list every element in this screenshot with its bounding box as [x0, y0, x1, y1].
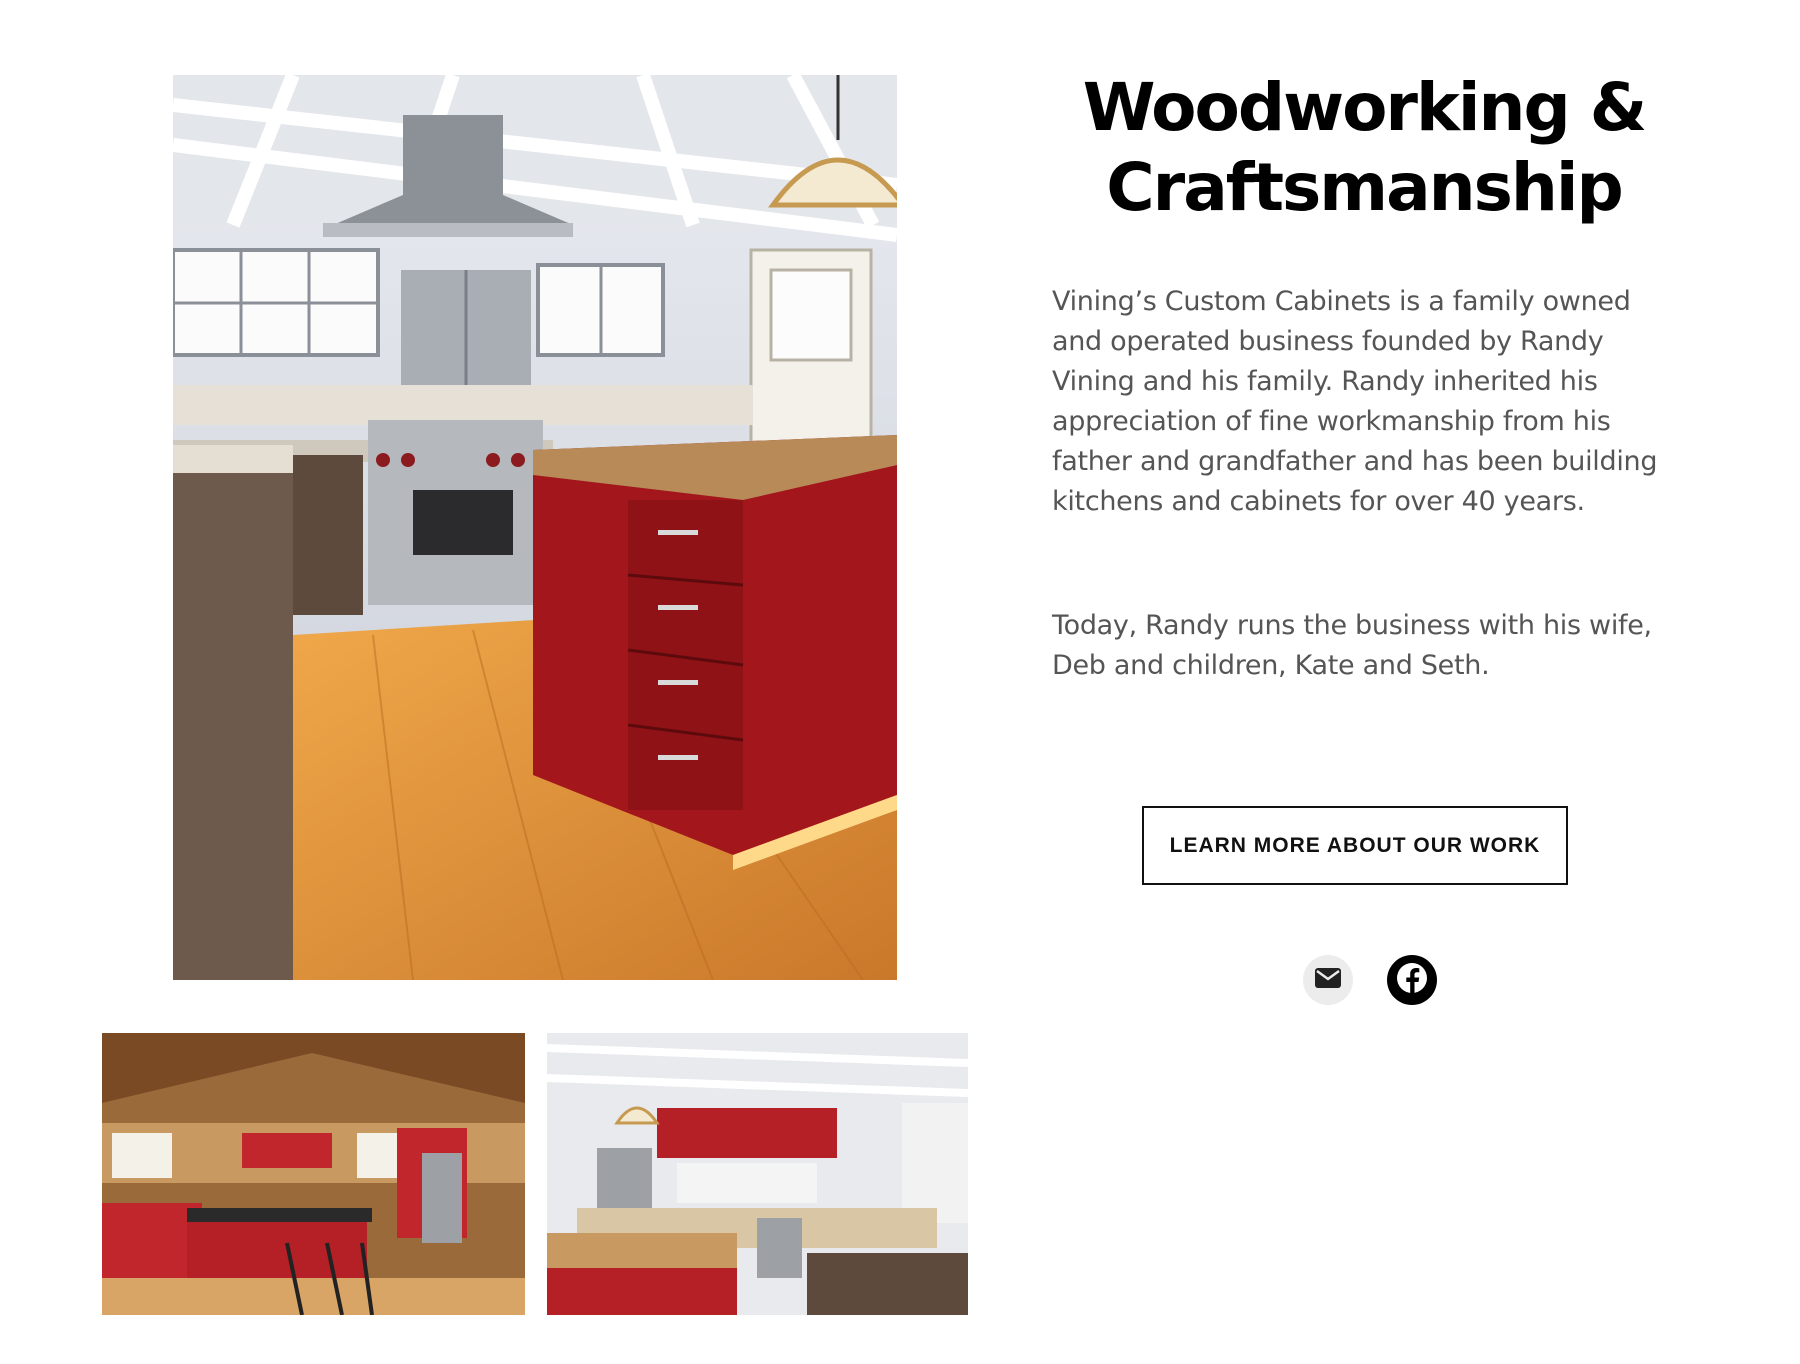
email-link[interactable] — [1303, 955, 1353, 1005]
intro-paragraph: Vining’s Custom Cabinets is a family own… — [1052, 286, 1658, 517]
mail-icon — [1314, 967, 1342, 993]
kitchen-thumbnail-island[interactable] — [547, 1033, 968, 1315]
family-paragraph: Today, Randy runs the business with his … — [1052, 610, 1652, 681]
facebook-link[interactable] — [1387, 955, 1437, 1005]
kitchen-thumbnail-cabin[interactable] — [102, 1033, 525, 1315]
hero-kitchen-photo — [173, 75, 897, 980]
section-title: Woodworking & Craftsmanship — [1082, 69, 1648, 226]
facebook-icon — [1394, 960, 1430, 1000]
learn-more-button[interactable]: LEARN MORE ABOUT OUR WORK — [1142, 806, 1568, 885]
